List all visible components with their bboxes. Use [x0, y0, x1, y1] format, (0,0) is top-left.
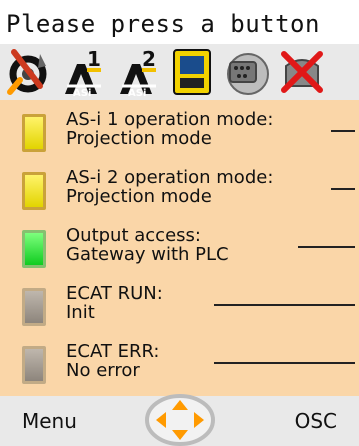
status-led [22, 230, 46, 268]
status-row-title: AS-i 2 operation mode: [66, 167, 274, 188]
menu-button[interactable]: Menu [22, 406, 77, 436]
navigation-pad[interactable] [144, 394, 216, 446]
status-row-value: Gateway with PLC [66, 244, 229, 265]
status-row-title: ECAT RUN: [66, 283, 163, 304]
status-row-ecat-run: ECAT RUN: Init [0, 280, 359, 338]
page-title: Please press a button [6, 10, 320, 38]
status-led [22, 114, 46, 152]
status-row-value: Projection mode [66, 186, 212, 207]
status-row-value: Init [66, 302, 95, 323]
asi-1-icon[interactable]: ASi 1 [57, 46, 109, 98]
asi-2-number: 2 [142, 47, 156, 71]
interface-icon[interactable] [220, 46, 272, 98]
status-row-output-access: Output access: Gateway with PLC [0, 222, 359, 280]
status-led [22, 288, 46, 326]
status-row-title: AS-i 1 operation mode: [66, 109, 274, 130]
disabled-icon[interactable] [276, 46, 328, 98]
status-row-asi2-mode: AS-i 2 operation mode: Projection mode [0, 164, 359, 222]
leader-line [331, 188, 355, 190]
status-row-value: No error [66, 360, 140, 381]
status-panel: AS-i 1 operation mode: Projection mode A… [0, 100, 359, 396]
settings-tools-icon[interactable] [2, 46, 54, 98]
leader-line [214, 304, 355, 306]
toolbar: ASi 1 ASi 2 [0, 44, 359, 100]
status-row-value: Projection mode [66, 128, 212, 149]
status-row-asi1-mode: AS-i 1 operation mode: Projection mode [0, 106, 359, 164]
asi-1-number: 1 [87, 47, 101, 71]
asi-2-icon[interactable]: ASi 2 [112, 46, 164, 98]
leader-line [331, 130, 355, 132]
osc-button[interactable]: OSC [295, 406, 337, 436]
leader-line [214, 362, 355, 364]
status-led [22, 346, 46, 384]
device-icon[interactable] [166, 46, 218, 98]
leader-line [298, 246, 355, 248]
status-row-title: Output access: [66, 225, 201, 246]
status-row-ecat-err: ECAT ERR: No error [0, 338, 359, 396]
asi-1-label: ASi [73, 88, 91, 98]
status-led [22, 172, 46, 210]
bottom-bar: Menu OSC [0, 394, 359, 446]
status-row-title: ECAT ERR: [66, 341, 160, 362]
asi-2-label: ASi [128, 88, 146, 98]
